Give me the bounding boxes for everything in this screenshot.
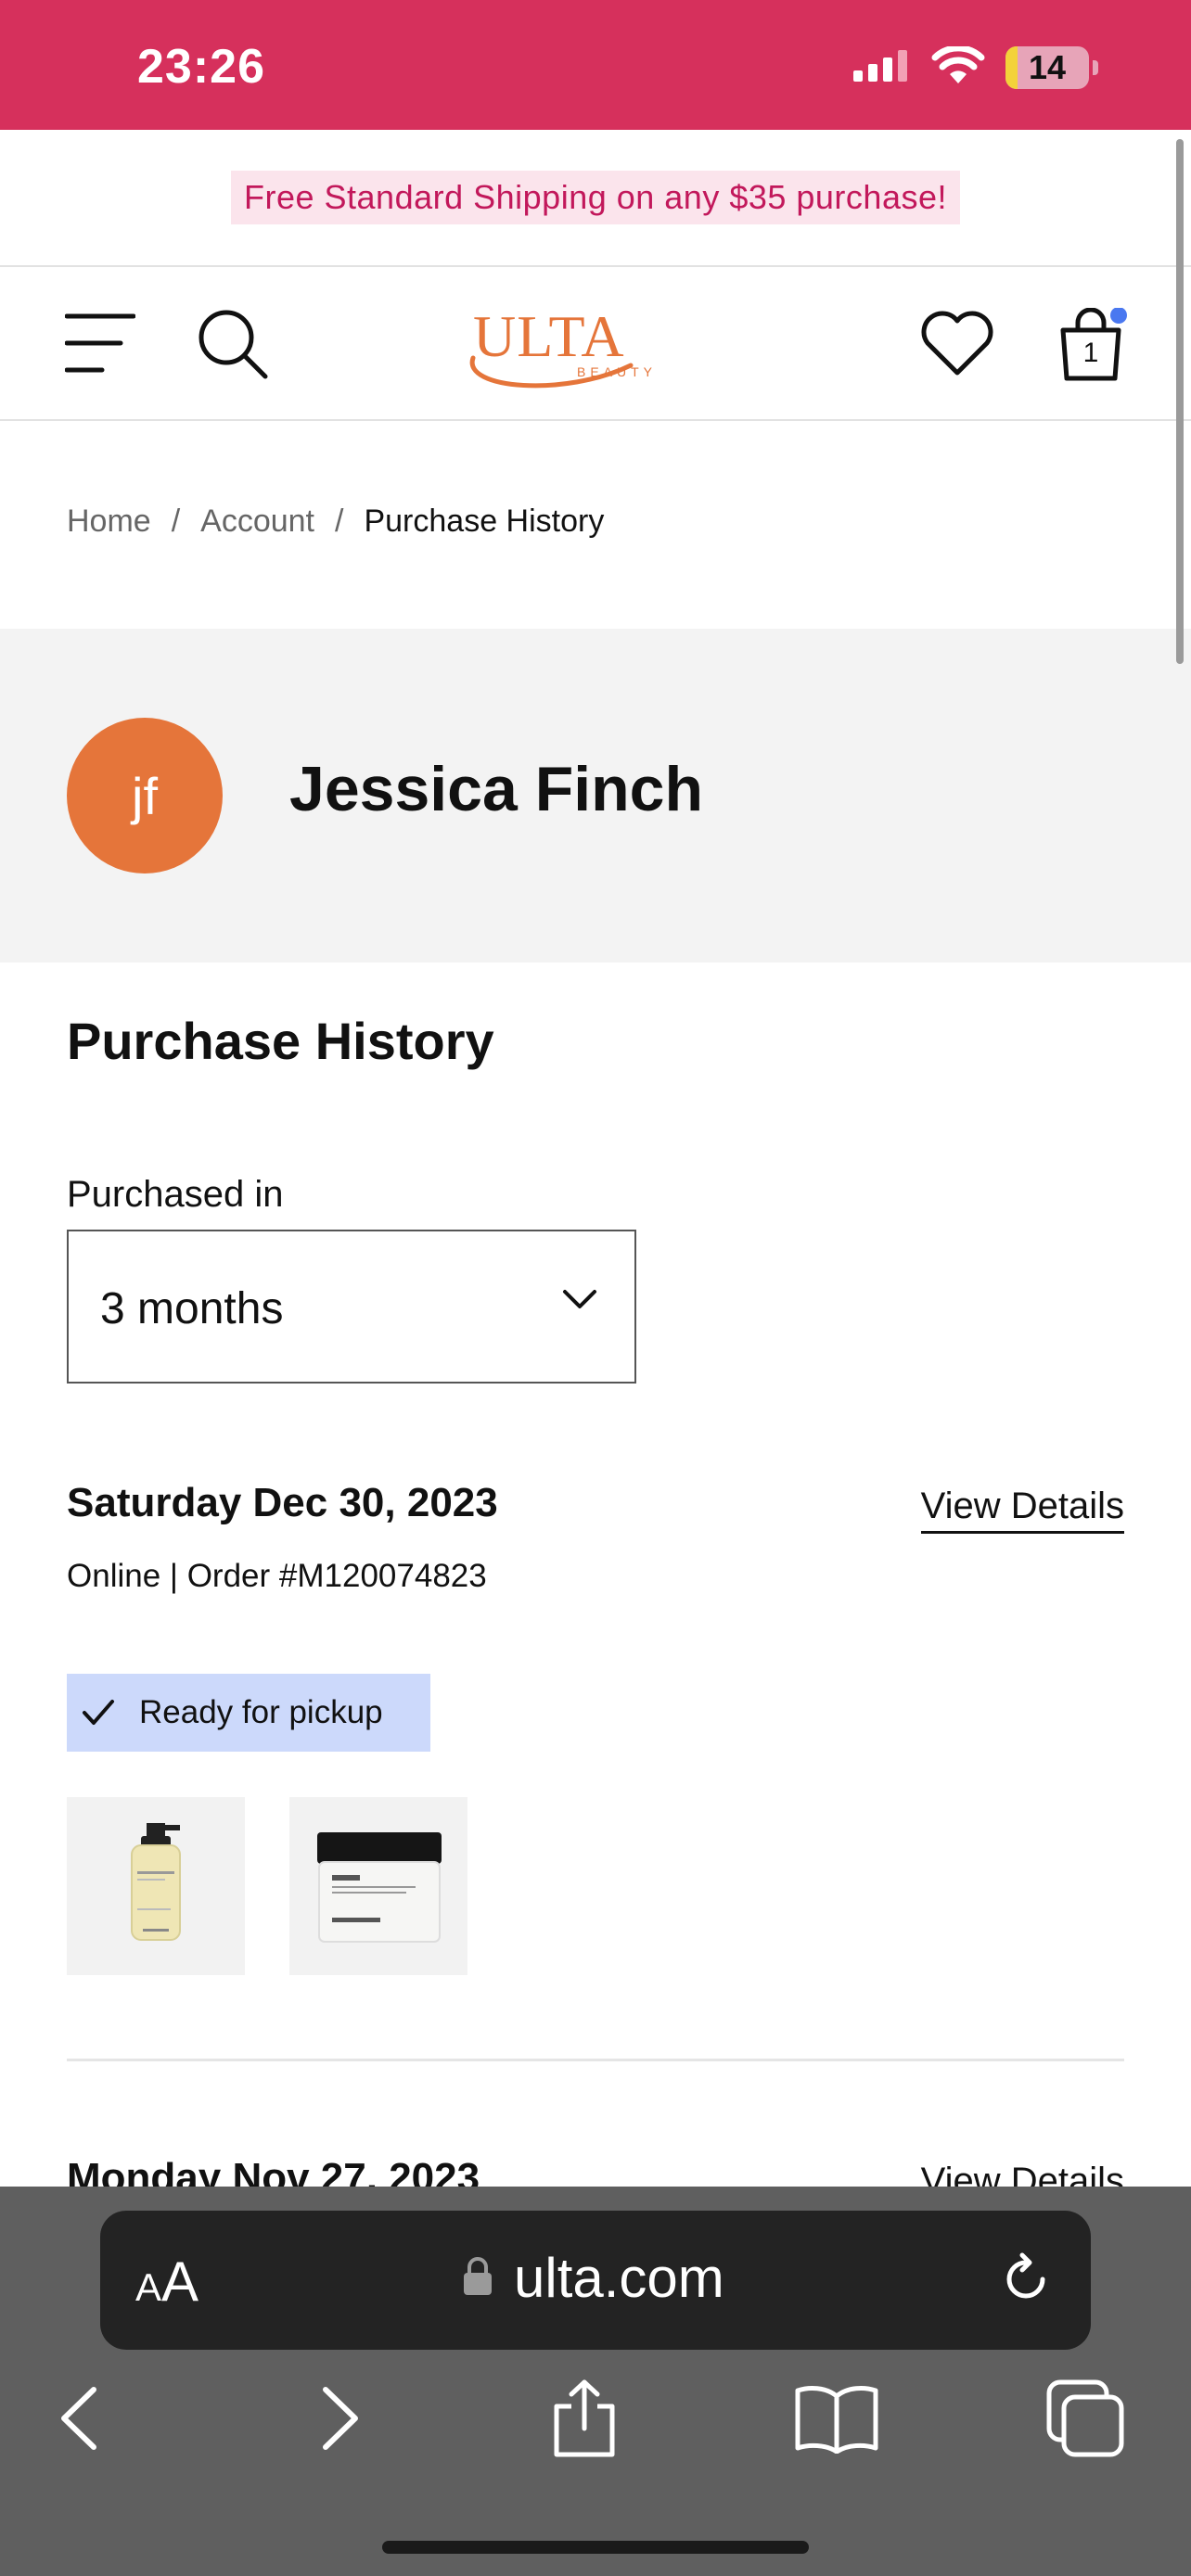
home-indicator — [382, 2541, 809, 2554]
tabs-button[interactable] — [1030, 2374, 1141, 2467]
status-time: 23:26 — [137, 40, 265, 94]
order-date: Saturday Dec 30, 2023 — [67, 1480, 498, 1525]
battery-icon: 14 — [1005, 46, 1089, 89]
bookmarks-button[interactable] — [781, 2374, 892, 2467]
select-value: 3 months — [100, 1284, 284, 1333]
profile-header: jf Jessica Finch — [0, 629, 1191, 963]
promo-banner[interactable]: Free Standard Shipping on any $35 purcha… — [0, 130, 1191, 267]
order-meta: Online | Order #M120074823 — [67, 1558, 487, 1594]
site-header: ULTA BEAUTY 1 — [0, 269, 1191, 421]
bag-count: 1 — [1082, 338, 1099, 368]
breadcrumb: Home / Account / Purchase History — [67, 504, 604, 540]
url-text: ulta.com — [514, 2247, 724, 2309]
product-thumbnail[interactable] — [289, 1797, 467, 1975]
avatar: jf — [67, 718, 223, 874]
status-bar: 23:26 14 — [0, 0, 1191, 130]
heart-icon — [920, 310, 994, 381]
shopping-bag-icon: 1 — [1054, 307, 1128, 382]
status-text: Ready for pickup — [139, 1694, 383, 1730]
cellular-signal-icon — [853, 49, 911, 86]
hamburger-menu-icon — [64, 311, 136, 380]
browser-chrome: AA ulta.com — [0, 2187, 1191, 2576]
hope-jar-image — [317, 1832, 442, 1943]
breadcrumb-separator: / — [171, 504, 181, 539]
search-icon — [195, 306, 269, 385]
back-button[interactable] — [24, 2374, 135, 2467]
book-icon — [794, 2383, 879, 2458]
share-icon — [549, 2378, 620, 2463]
breadcrumb-current: Purchase History — [364, 504, 605, 539]
reload-icon[interactable] — [998, 2251, 1054, 2312]
purity-bottle-image — [131, 1823, 181, 1941]
checkmark-icon — [82, 1699, 115, 1727]
order-divider — [67, 2059, 1124, 2061]
filter-label: Purchased in — [67, 1174, 284, 1215]
page-title: Purchase History — [67, 1012, 494, 1070]
product-thumbnail[interactable] — [67, 1797, 245, 1975]
battery-level: 14 — [1028, 48, 1067, 86]
logo-text: ULTA — [473, 303, 625, 369]
lock-icon — [462, 2246, 493, 2310]
battery-tip — [1093, 60, 1098, 75]
profile-name: Jessica Finch — [289, 754, 704, 824]
url-display[interactable]: ulta.com — [462, 2246, 724, 2310]
tabs-icon — [1045, 2378, 1125, 2463]
logo-subtext: BEAUTY — [577, 364, 657, 379]
view-details-link[interactable]: View Details — [920, 1486, 1124, 1534]
chevron-left-icon — [57, 2386, 103, 2455]
chevron-down-icon — [562, 1289, 597, 1316]
ulta-logo[interactable]: ULTA BEAUTY — [455, 297, 668, 393]
breadcrumb-home[interactable]: Home — [67, 504, 151, 540]
promo-text[interactable]: Free Standard Shipping on any $35 purcha… — [230, 171, 960, 224]
status-badge: Ready for pickup — [67, 1674, 430, 1752]
text-size-button[interactable]: AA — [135, 2250, 198, 2314]
breadcrumb-separator: / — [335, 504, 344, 539]
status-icons: 14 — [853, 44, 1098, 91]
address-bar[interactable]: AA ulta.com — [100, 2211, 1091, 2350]
chevron-right-icon — [316, 2386, 363, 2455]
wishlist-button[interactable] — [911, 299, 1004, 391]
breadcrumb-account[interactable]: Account — [200, 504, 314, 540]
wifi-icon — [931, 44, 985, 90]
forward-button[interactable] — [284, 2374, 395, 2467]
bag-button[interactable]: 1 — [1044, 299, 1137, 391]
menu-button[interactable] — [54, 299, 147, 391]
purchased-in-select[interactable]: 3 months — [67, 1230, 636, 1384]
share-button[interactable] — [529, 2374, 640, 2467]
search-button[interactable] — [186, 299, 278, 391]
scrollbar[interactable] — [1176, 139, 1184, 664]
